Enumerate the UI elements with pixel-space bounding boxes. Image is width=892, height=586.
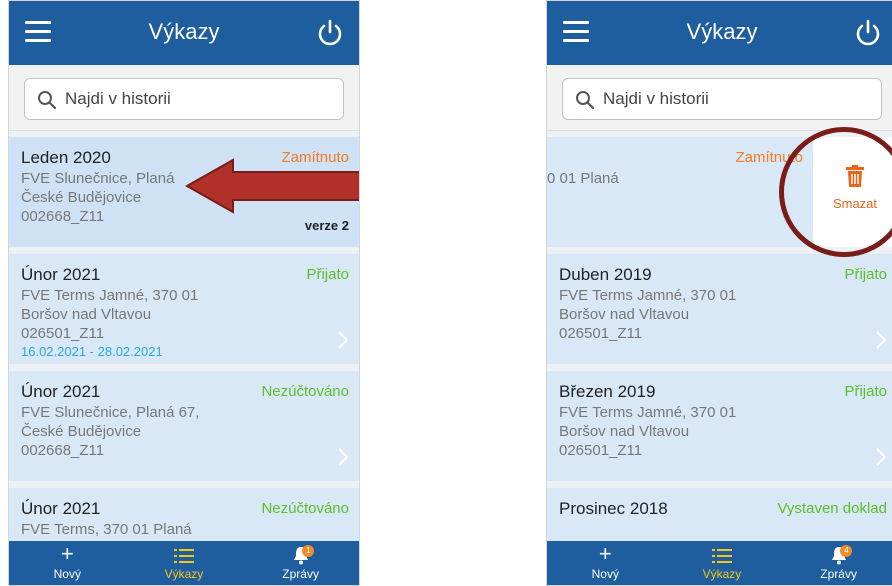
tab-label: Zprávy [820,567,857,581]
chevron-right-icon [338,331,349,349]
trash-icon [846,165,864,187]
search-icon [576,91,595,110]
search-bar [547,65,892,131]
item-address: FVE Terms Jamné, 370 01 [559,404,737,421]
list-icon [126,541,243,565]
plus-icon: + [60,541,74,566]
item-address: FVE Slunečnice, Planá [21,170,175,187]
page-title: Výkazy [148,19,220,44]
bell-icon: 1 [242,541,359,565]
status-badge: Zamítnuto [281,149,349,166]
item-code: 026501_Z11 [559,325,643,342]
item-city: České Budějovice [21,423,142,440]
chevron-right-icon [876,331,887,349]
search-input[interactable] [603,79,863,119]
item-city: Boršov nad Vltavou [559,306,690,323]
item-period: Duben 2019 [559,265,652,284]
list-item[interactable]: Únor 2021 FVE Slunečnice, Planá 67, Česk… [9,371,359,481]
search-box[interactable] [24,78,344,120]
notification-badge: 4 [840,545,853,557]
search-icon [38,91,57,110]
status-badge: Vystaven doklad [777,500,887,517]
report-list: 0 01 Planá Zamítnuto Smazat Duben 2019 F… [547,137,892,541]
app-bar: Výkazy [9,1,359,65]
search-bar [9,65,359,131]
item-code: 002668_Z11 [21,208,105,225]
app-bar: Výkazy [547,1,892,65]
list-item[interactable]: Prosinec 2018 Vystaven doklad [547,488,892,541]
status-badge: Přijato [306,266,349,283]
list-item[interactable]: Březen 2019 FVE Terms Jamné, 370 01 Borš… [547,371,892,481]
item-period: Únor 2021 [21,265,101,284]
list-item[interactable]: Duben 2019 FVE Terms Jamné, 370 01 Boršo… [547,254,892,364]
tab-new[interactable]: + Nový [9,541,126,585]
chevron-right-icon [876,448,887,466]
tab-label: Výkazy [702,567,742,581]
tab-label: Nový [591,567,619,581]
status-badge: Přijato [844,383,887,400]
tab-new[interactable]: + Nový [547,541,664,585]
tab-label: Nový [53,567,81,581]
item-city: Boršov nad Vltavou [21,306,152,323]
tab-label: Zprávy [282,567,319,581]
item-city: Boršov nad Vltavou [559,423,690,440]
item-code: 026501_Z11 [21,325,105,342]
bell-icon: 4 [780,541,892,565]
search-box[interactable] [562,78,882,120]
tab-reports[interactable]: Výkazy [126,541,243,585]
item-code: 026501_Z11 [559,442,643,459]
list-icon [664,541,781,565]
item-period: Březen 2019 [559,382,656,401]
tab-label: Výkazy [164,567,204,581]
plus-icon: + [598,541,612,566]
tab-bar: + Nový Výkazy 1 Zprávy [9,541,359,585]
item-address: FVE Terms Jamné, 370 01 [21,287,199,304]
item-dates: 16.02.2021 - 28.02.2021 [21,344,163,359]
page-title: Výkazy [686,19,758,44]
power-icon[interactable] [853,18,883,48]
item-address: FVE Terms, 370 01 Planá [21,521,192,538]
list-item[interactable]: Únor 2021 FVE Terms Jamné, 370 01 Boršov… [9,254,359,364]
phone-screen-left: Výkazy Leden 2020 FVE Slunečnice, Planá … [8,0,360,586]
item-city: České Budějovice [21,189,142,206]
item-code: 002668_Z11 [21,442,105,459]
notification-badge: 1 [302,545,315,557]
status-badge: Zamítnuto [735,149,803,166]
item-address: FVE Terms Jamné, 370 01 [559,287,737,304]
chevron-right-icon [338,448,349,466]
tab-messages[interactable]: 4 Zprávy [780,541,892,585]
search-input[interactable] [65,79,325,119]
tab-messages[interactable]: 1 Zprávy [242,541,359,585]
list-item-swiped[interactable]: 0 01 Planá Zamítnuto Smazat [547,137,892,247]
tab-bar: + Nový Výkazy 4 Zprávy [547,541,892,585]
delete-button[interactable]: Smazat [813,137,892,247]
list-item[interactable]: Únor 2021 FVE Terms, 370 01 Planá Nezúčt… [9,488,359,541]
tab-reports[interactable]: Výkazy [664,541,781,585]
phone-screen-right: Výkazy 0 01 Planá Zamítnuto [546,0,892,586]
delete-label: Smazat [832,196,878,211]
report-list: Leden 2020 FVE Slunečnice, Planá České B… [9,137,359,541]
version-label: verze 2 [304,218,349,233]
power-icon[interactable] [315,18,345,48]
status-badge: Nezúčtováno [261,383,349,400]
status-badge: Přijato [844,266,887,283]
status-badge: Nezúčtováno [261,500,349,517]
list-item[interactable]: Leden 2020 FVE Slunečnice, Planá České B… [9,137,359,247]
item-address: FVE Slunečnice, Planá 67, [21,404,200,421]
